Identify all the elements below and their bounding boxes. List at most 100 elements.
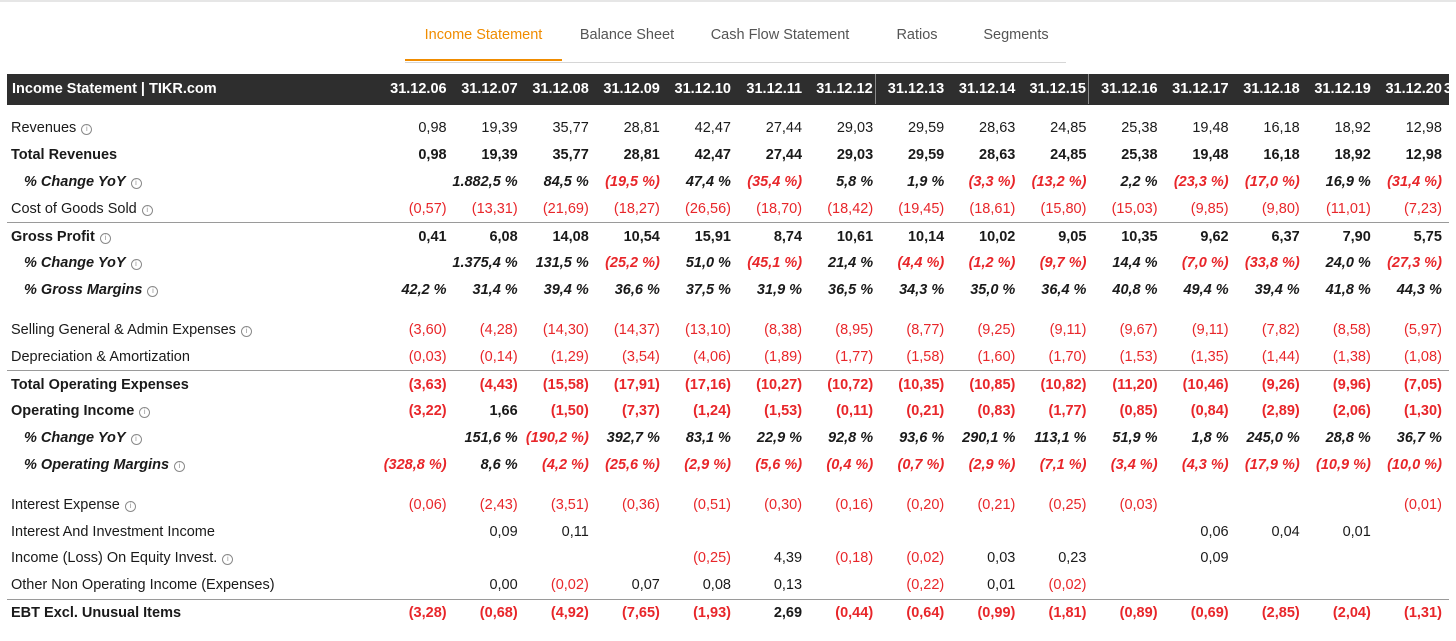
row-label: Operating Income i — [7, 398, 378, 425]
value-cell: 39,4 % — [543, 282, 589, 299]
info-circle-icon[interactable]: i — [124, 500, 136, 512]
table-row[interactable]: % Change YoY i 1.375,4 % 131,5 % (25,2 %) 51,… — [7, 250, 1449, 277]
value-cell — [1231, 572, 1302, 599]
value-cell: 18,92 — [1334, 120, 1371, 137]
value-cell: 28,81 — [623, 147, 660, 164]
value-cell — [449, 545, 520, 572]
value-cell: (0,99) — [946, 598, 1018, 627]
value-cell: (9,96) — [1301, 370, 1373, 398]
value-cell: (17,91) — [590, 370, 662, 398]
value-cell: (18,61) — [969, 200, 1016, 217]
value-cell: (2,43) — [479, 496, 518, 513]
table-row[interactable]: Revenues i 0,98 19,39 35,77 28,81 42,47 27,44 29… — [7, 115, 1449, 142]
overflow-cell — [1444, 398, 1449, 425]
info-circle-icon[interactable]: i — [147, 286, 159, 298]
value-cell: 0,03 — [987, 550, 1016, 567]
gap-row — [7, 304, 1449, 317]
table-row[interactable]: Total Revenues 0,98 19,39 35,77 28,81 42,47 27… — [7, 142, 1449, 169]
row-label: % Change YoY i — [7, 250, 378, 277]
info-circle-icon[interactable]: i — [139, 407, 151, 419]
value-cell: (5,6 %) — [755, 456, 803, 473]
table-row[interactable]: Operating Income i (3,22) 1,66 (1,50) (7,37) (… — [7, 398, 1449, 425]
value-cell: 35,0 % — [970, 282, 1016, 299]
value-cell: 92,8 % — [828, 430, 874, 447]
value-cell: 29,03 — [836, 120, 874, 137]
value-cell: (13,31) — [471, 200, 518, 217]
value-cell: 0,13 — [773, 577, 803, 594]
row-label-text: Total Operating Expenses — [11, 376, 189, 393]
table-row[interactable]: Income (Loss) On Equity Invest. i (0,25) 4,… — [7, 545, 1449, 572]
value-cell — [591, 518, 662, 545]
value-cell — [733, 518, 804, 545]
value-cell: 51,9 % — [1112, 430, 1158, 447]
row-label-text: Interest Expense — [11, 496, 120, 513]
info-circle-icon[interactable]: i — [130, 259, 142, 271]
tab-balance-sheet[interactable]: Balance Sheet — [568, 20, 686, 61]
value-cell: (2,9 %) — [684, 456, 731, 473]
gap-row — [7, 478, 1449, 491]
info-circle-icon[interactable]: i — [240, 325, 252, 337]
value-cell — [1302, 545, 1373, 572]
table-row[interactable]: Interest Expense i (0,06) (2,43) (3,51) (0,36… — [7, 491, 1449, 518]
value-cell: 0,06 — [1200, 523, 1229, 540]
info-circle-icon[interactable]: i — [130, 177, 142, 189]
value-cell: (1,24) — [693, 403, 731, 420]
table-row[interactable]: EBT Excl. Unusual Items (3,28) (0,68) (4,92… — [7, 598, 1449, 627]
table-row[interactable]: % Operating Margins i (328,8 %) 8,6 % (4,2 %… — [7, 452, 1449, 479]
tab-segments[interactable]: Segments — [970, 20, 1062, 61]
table-row[interactable]: Interest And Investment Income 0,09 0,11 0,… — [7, 518, 1449, 545]
info-circle-icon[interactable]: i — [130, 434, 142, 446]
row-label: Total Revenues — [7, 142, 378, 169]
value-cell: (1,60) — [977, 348, 1016, 365]
value-cell: (19,45) — [898, 200, 945, 217]
table-row[interactable]: Cost of Goods Sold i (0,57) (13,31) (21,69) (… — [7, 195, 1449, 222]
tab-ratios[interactable]: Ratios — [882, 20, 952, 61]
table-row[interactable]: % Change YoY i 1.882,5 % 84,5 % (19,5 %) 47,4… — [7, 169, 1449, 196]
value-cell: (1,44) — [1261, 348, 1300, 365]
value-cell: (328,8 %) — [383, 456, 447, 473]
table-row[interactable]: Gross Profit i 0,41 6,08 14,08 10,54 15,91 8,74… — [7, 222, 1449, 250]
tab-cash-flow-statement[interactable]: Cash Flow Statement — [702, 20, 858, 61]
column-header-period: 3 — [1443, 74, 1449, 105]
value-cell: (4,3 %) — [1181, 456, 1229, 473]
info-circle-icon[interactable]: i — [81, 124, 93, 136]
value-cell: (9,11) — [1191, 321, 1229, 338]
info-circle-icon[interactable]: i — [99, 232, 111, 244]
row-label: % Change YoY i — [7, 169, 378, 196]
value-cell: 0,41 — [377, 222, 449, 250]
value-cell: (2,85) — [1230, 598, 1302, 627]
info-circle-icon[interactable]: i — [141, 204, 153, 216]
table-title: Income Statement | TIKR.com — [7, 74, 378, 105]
row-label-text: Selling General & Admin Expenses — [11, 321, 236, 338]
value-cell: (21,69) — [542, 200, 589, 217]
table-row[interactable]: % Change YoY i 151,6 % (190,2 %) 392,7 % 83,1… — [7, 425, 1449, 452]
table-row[interactable]: Other Non Operating Income (Expenses) 0,0… — [7, 572, 1449, 599]
value-cell: (0,03) — [408, 348, 447, 365]
table-row[interactable]: Depreciation & Amortization (0,03) (0,14) (… — [7, 343, 1449, 370]
value-cell: (18,42) — [827, 200, 874, 217]
tab-income-statement[interactable]: Income Statement — [405, 20, 562, 61]
table-row[interactable]: % Gross Margins i 42,2 % 31,4 % 39,4 % 36,6 %… — [7, 277, 1449, 304]
value-cell — [378, 169, 449, 196]
row-label-text: EBT Excl. Unusual Items — [11, 604, 182, 621]
value-cell: 28,63 — [979, 120, 1016, 137]
value-cell: (3,60) — [408, 321, 447, 338]
info-circle-icon[interactable]: i — [222, 554, 234, 566]
value-cell: (18,27) — [613, 200, 660, 217]
value-cell: 6,37 — [1230, 222, 1302, 250]
info-circle-icon[interactable]: i — [174, 460, 186, 472]
value-cell: (15,58) — [519, 370, 591, 398]
table-row[interactable]: Total Operating Expenses (3,63) (4,43) (15,… — [7, 370, 1449, 398]
table-row[interactable]: Selling General & Admin Expenses i (3,60) (… — [7, 317, 1449, 344]
value-cell: 12,98 — [1405, 147, 1442, 164]
value-cell: 0,04 — [1271, 523, 1300, 540]
value-cell: 151,6 % — [464, 430, 518, 447]
value-cell — [804, 518, 875, 545]
value-cell — [1373, 518, 1444, 545]
value-cell: (3,3 %) — [968, 173, 1016, 190]
value-cell: (3,28) — [377, 598, 449, 627]
value-cell: (3,51) — [550, 496, 589, 513]
value-cell: (4,4 %) — [897, 255, 945, 272]
column-header-period: 31.12.18 — [1230, 74, 1302, 105]
value-cell: 29,59 — [907, 147, 945, 164]
